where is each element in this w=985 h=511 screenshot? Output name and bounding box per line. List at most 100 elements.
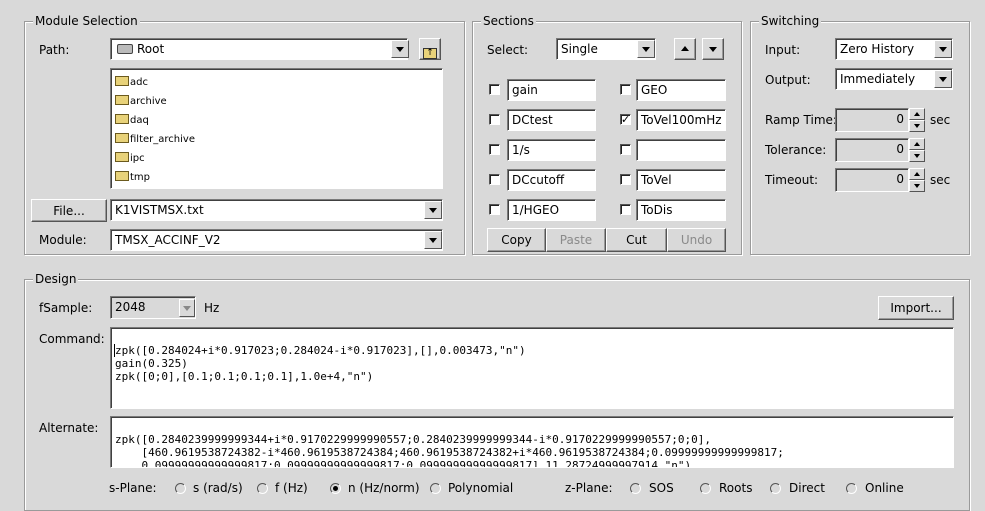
tree-item-label: adc bbox=[130, 77, 148, 88]
file-button[interactable]: File... bbox=[31, 199, 107, 222]
splane-option-s[interactable]: s (rad/s) bbox=[193, 481, 243, 495]
path-dropdown-button[interactable] bbox=[391, 40, 409, 58]
section-checkbox-tovel[interactable] bbox=[620, 174, 631, 185]
undo-button[interactable]: Undo bbox=[667, 228, 726, 252]
zplane-radio-direct[interactable] bbox=[770, 483, 781, 494]
section-name-tovel[interactable]: ToVel bbox=[636, 169, 726, 191]
splane-radio-s[interactable] bbox=[175, 483, 186, 494]
file-dropdown-button[interactable] bbox=[424, 201, 442, 219]
splane-option-polynomial[interactable]: Polynomial bbox=[448, 481, 513, 495]
section-checkbox-empty[interactable] bbox=[620, 144, 631, 155]
output-dropdown-button[interactable] bbox=[934, 70, 952, 88]
tree-item-label: ipc bbox=[130, 153, 145, 164]
cut-label: Cut bbox=[626, 233, 647, 247]
tree-item-archive[interactable]: archive bbox=[115, 93, 167, 111]
section-name-tovel100mhz[interactable]: ToVel100mHz bbox=[636, 109, 726, 131]
zplane-radio-roots[interactable] bbox=[700, 483, 711, 494]
tree-item-adc[interactable]: adc bbox=[115, 74, 148, 92]
zplane-option-roots[interactable]: Roots bbox=[719, 481, 752, 495]
command-textarea[interactable]: zpk([0.284024+i*0.917023;0.284024-i*0.91… bbox=[110, 327, 954, 409]
fsample-dropdown-button[interactable] bbox=[179, 299, 195, 317]
tree-item-tmp[interactable]: tmp bbox=[115, 169, 150, 187]
undo-label: Undo bbox=[680, 233, 713, 247]
path-select[interactable]: Root bbox=[110, 38, 408, 60]
alternate-line: zpk([0.2840239999999344+i*0.917022999999… bbox=[115, 433, 712, 446]
parent-folder-button[interactable]: ↑ bbox=[419, 38, 441, 60]
section-name-gain[interactable]: gain bbox=[507, 79, 596, 101]
sections-title: Sections bbox=[481, 14, 536, 28]
module-selection-title: Module Selection bbox=[33, 14, 140, 28]
drive-icon bbox=[117, 44, 133, 54]
design-title: Design bbox=[33, 272, 79, 286]
folder-link-icon bbox=[115, 133, 129, 143]
chevron-down-icon bbox=[183, 306, 191, 311]
alternate-textarea[interactable]: zpk([0.2840239999999344+i*0.917022999999… bbox=[110, 416, 954, 468]
section-checkbox-todis[interactable] bbox=[620, 204, 631, 215]
tree-item-ipc[interactable]: ipc bbox=[115, 150, 145, 168]
splane-radio-n[interactable] bbox=[330, 483, 341, 494]
tree-item-daq[interactable]: daq bbox=[115, 112, 149, 130]
splane-radio-f[interactable] bbox=[257, 483, 268, 494]
cut-button[interactable]: Cut bbox=[606, 228, 667, 252]
fsample-label: fSample: bbox=[39, 301, 93, 315]
ramp-time-stepper[interactable] bbox=[909, 108, 925, 132]
tolerance-label: Tolerance: bbox=[765, 143, 827, 157]
section-name-value: gain bbox=[512, 83, 538, 97]
alternate-label: Alternate: bbox=[39, 421, 99, 435]
ramp-time-input[interactable]: 0 bbox=[835, 108, 909, 132]
module-dropdown-button[interactable] bbox=[424, 231, 442, 249]
splane-option-f[interactable]: f (Hz) bbox=[275, 481, 308, 495]
splane-option-n[interactable]: n (Hz/norm) bbox=[348, 481, 420, 495]
arrow-down-icon bbox=[914, 154, 920, 158]
timeout-input[interactable]: 0 bbox=[835, 168, 909, 192]
import-button[interactable]: Import... bbox=[878, 296, 954, 320]
copy-button[interactable]: Copy bbox=[487, 228, 546, 252]
path-value: Root bbox=[137, 42, 165, 56]
section-checkbox-dctest[interactable] bbox=[489, 114, 500, 125]
file-select[interactable]: K1VISTMSX.txt bbox=[110, 199, 443, 221]
section-checkbox-geo[interactable] bbox=[620, 84, 631, 95]
section-up-button[interactable] bbox=[674, 38, 696, 60]
select-mode-dropdown-button[interactable] bbox=[637, 40, 655, 58]
section-name-todis[interactable]: ToDis bbox=[636, 199, 726, 221]
timeout-stepper[interactable] bbox=[909, 168, 925, 192]
section-name-empty[interactable] bbox=[636, 139, 726, 161]
tree-item-filter-archive[interactable]: filter_archive bbox=[115, 131, 195, 149]
directory-tree[interactable]: adc archive daq filter_archive ipc tmp bbox=[110, 68, 443, 189]
file-button-label: File... bbox=[53, 204, 85, 218]
command-label: Command: bbox=[39, 332, 105, 346]
tolerance-input[interactable]: 0 bbox=[835, 138, 909, 162]
section-name-dccutoff[interactable]: DCcutoff bbox=[507, 169, 596, 191]
tolerance-stepper[interactable] bbox=[909, 138, 925, 162]
timeout-label: Timeout: bbox=[765, 173, 819, 187]
arrow-down-icon bbox=[914, 184, 920, 188]
section-name-dctest[interactable]: DCtest bbox=[507, 109, 596, 131]
section-checkbox-tovel100mhz[interactable]: ✓ bbox=[620, 114, 631, 125]
arrow-up-icon bbox=[681, 46, 689, 51]
zplane-radio-sos[interactable] bbox=[630, 483, 641, 494]
section-checkbox-gain[interactable] bbox=[489, 84, 500, 95]
folder-icon bbox=[115, 152, 129, 162]
folder-icon bbox=[115, 95, 129, 105]
section-name-geo[interactable]: GEO bbox=[636, 79, 726, 101]
section-checkbox-1hgeo[interactable] bbox=[489, 204, 500, 215]
zplane-option-sos[interactable]: SOS bbox=[649, 481, 674, 495]
splane-radio-polynomial[interactable] bbox=[430, 483, 441, 494]
section-name-1hgeo[interactable]: 1/HGEO bbox=[507, 199, 596, 221]
zplane-option-online[interactable]: Online bbox=[865, 481, 904, 495]
zplane-radio-online[interactable] bbox=[846, 483, 857, 494]
chevron-down-icon bbox=[939, 77, 947, 82]
input-dropdown-button[interactable] bbox=[934, 40, 952, 58]
section-name-1s[interactable]: 1/s bbox=[507, 139, 596, 161]
section-checkbox-1s[interactable] bbox=[489, 144, 500, 155]
section-down-button[interactable] bbox=[702, 38, 724, 60]
folder-up-icon: ↑ bbox=[423, 48, 437, 59]
section-name-value: ToDis bbox=[641, 203, 673, 217]
paste-button[interactable]: Paste bbox=[546, 228, 606, 252]
command-line: gain(0.325) bbox=[115, 357, 188, 370]
zplane-option-direct[interactable]: Direct bbox=[789, 481, 825, 495]
section-checkbox-dccutoff[interactable] bbox=[489, 174, 500, 185]
arrow-up-icon bbox=[914, 172, 920, 176]
module-select[interactable]: TMSX_ACCINF_V2 bbox=[110, 229, 443, 251]
section-name-value: GEO bbox=[641, 83, 668, 97]
